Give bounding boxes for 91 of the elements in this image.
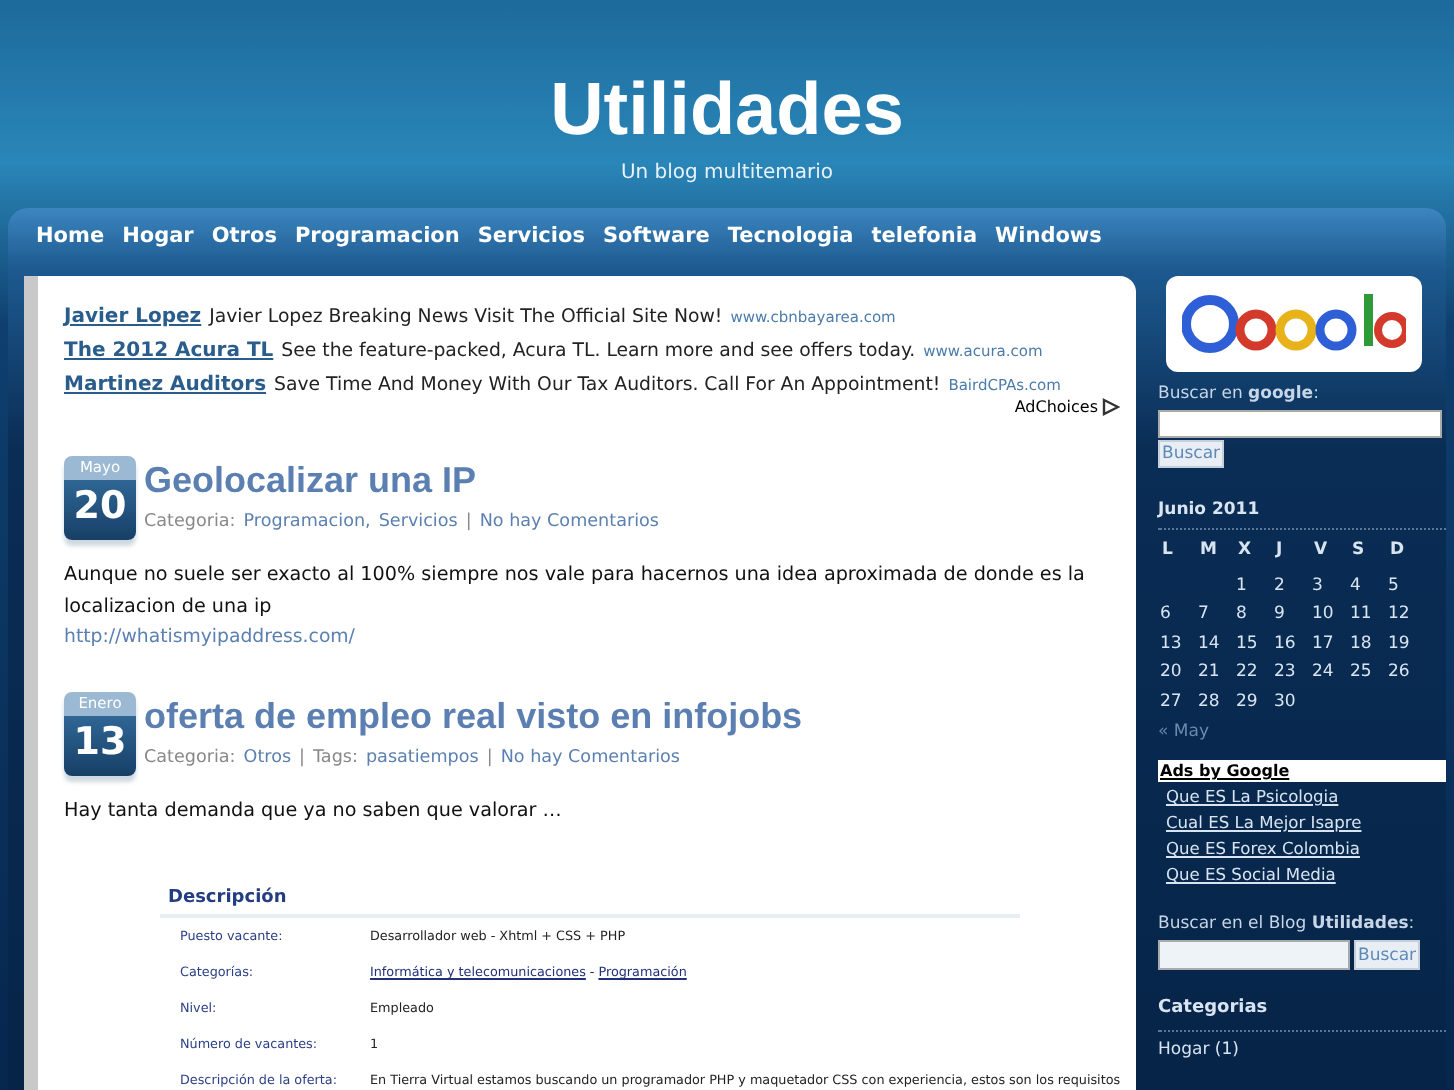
ad-link[interactable]: Que ES La Psicologia (1166, 786, 1446, 808)
meta-separator: | (299, 748, 306, 768)
calendar-day: 25 (1348, 660, 1386, 685)
adchoices-label[interactable]: AdChoices (1014, 398, 1098, 416)
meta-label: Tags: (313, 748, 358, 768)
nav-link[interactable]: Programacion (294, 224, 460, 264)
nav-link[interactable]: Otros (211, 224, 277, 264)
categories-heading: Categorias (1158, 998, 1446, 1032)
calendar-day: 24 (1310, 660, 1348, 685)
calendar-day: 29 (1234, 689, 1272, 714)
ad-link[interactable]: Que ES Social Media (1166, 864, 1446, 886)
meta-separator: | (465, 512, 472, 532)
post-url-link[interactable]: http://whatismyipaddress.com/ (64, 624, 1120, 652)
calendar-day: 16 (1272, 631, 1310, 656)
meta-label: Categoria: (144, 512, 236, 532)
ad-text: Save Time And Money With Our Tax Auditors. Call For An Appointment! (274, 374, 941, 396)
description-heading: Descripción (160, 888, 1020, 918)
ad-link[interactable]: Cual ES La Mejor Isapre (1166, 812, 1446, 834)
meta-link[interactable]: Otros (243, 748, 292, 768)
nav-link[interactable]: Hogar (122, 224, 194, 264)
ad-link[interactable]: Que ES Forex Colombia (1166, 838, 1446, 860)
ads-heading[interactable]: Ads by Google (1158, 760, 1446, 782)
date-day: 13 (73, 716, 127, 768)
calendar-day: 9 (1272, 602, 1310, 627)
weekday-header: D (1388, 538, 1407, 563)
blog-subtitle: Un blog multitemario (620, 162, 834, 184)
weekday-header: J (1273, 538, 1285, 563)
calendar-day: 12 (1386, 602, 1424, 627)
calendar-day: 7 (1196, 602, 1234, 627)
post-title-link[interactable]: oferta de empleo real visto en infojobs (144, 692, 803, 740)
search-button[interactable]: Buscar (1354, 940, 1421, 970)
calendar-day: 3 (1310, 573, 1348, 598)
meta-link[interactable]: No hay Comentarios (479, 512, 659, 532)
post-excerpt: Aunque no suele ser exacto al 100% siempre nos vale para hacernos una idea aproximada de donde es la localizacion de una ip (64, 562, 1087, 622)
weekday-header: M (1198, 538, 1219, 563)
calendar-day: 23 (1272, 660, 1310, 685)
weekday-header: L (1160, 538, 1175, 563)
blog-title[interactable]: Utilidades (550, 68, 904, 152)
calendar-day: 30 (1272, 689, 1310, 714)
calendar-day: 17 (1310, 631, 1348, 656)
nav-link[interactable]: Tecnologia (727, 224, 854, 264)
weekday-header: S (1350, 538, 1367, 563)
nav-link[interactable]: Home (36, 224, 105, 264)
calendar-day: 4 (1348, 573, 1386, 598)
ad-text: Javier Lopez Breaking News Visit The Official Site Now! (209, 306, 723, 328)
calendar-day: 2 (1272, 573, 1310, 598)
calendar-day: 11 (1348, 602, 1386, 627)
date-day: 20 (73, 480, 127, 532)
calendar-day: 1 (1234, 573, 1272, 598)
nav-link[interactable]: Servicios (477, 224, 585, 264)
google-search-field[interactable] (1158, 410, 1442, 438)
calendar-day: 18 (1348, 631, 1386, 656)
search-button[interactable]: Buscar (1158, 440, 1225, 468)
calendar-day: 8 (1234, 602, 1272, 627)
weekday-header: X (1236, 538, 1254, 563)
calendar-day: 14 (1196, 631, 1234, 656)
meta-link[interactable]: pasatiempos (365, 748, 479, 768)
meta-link[interactable]: Programacion, (243, 512, 371, 532)
ad-title-link[interactable]: The 2012 Acura TL (64, 340, 274, 362)
calendar-caption: Junio 2011 (1158, 500, 1446, 530)
blog-search-field[interactable] (1158, 940, 1350, 970)
calendar-day: 15 (1234, 631, 1272, 656)
play-triangle-icon[interactable] (1102, 398, 1120, 416)
meta-label: Categoria: (144, 748, 236, 768)
calendar-day: 21 (1196, 660, 1234, 685)
calendar-day: 26 (1386, 660, 1424, 685)
calendar-day: 22 (1234, 660, 1272, 685)
calendar-day: 27 (1158, 689, 1196, 714)
post-excerpt: Hay tanta demanda que ya no saben que valorar … (64, 798, 564, 826)
meta-link[interactable]: Servicios (378, 512, 458, 532)
nav-link[interactable]: Windows (995, 224, 1102, 264)
calendar-day: 10 (1310, 602, 1348, 627)
category-link[interactable]: Hogar (1) (1158, 1040, 1446, 1060)
nav-link[interactable]: Software (602, 224, 710, 264)
ad-title-link[interactable]: Martinez Auditors (64, 374, 267, 396)
weekday-header: V (1312, 538, 1330, 563)
previous-month-link[interactable]: « May (1158, 722, 1446, 742)
calendar-day: 28 (1196, 689, 1234, 714)
ad-text: See the feature-packed, Acura TL. Learn more and see offers today. (281, 340, 916, 362)
meta-separator: | (486, 748, 493, 768)
calendar-day: 19 (1386, 631, 1424, 656)
calendar-day: 13 (1158, 631, 1196, 656)
search-label: Buscar en google: (1158, 384, 1321, 404)
meta-link[interactable]: No hay Comentarios (500, 748, 680, 768)
nav-link[interactable]: telefonia (871, 224, 978, 264)
calendar-day: 20 (1158, 660, 1196, 685)
post-title-link[interactable]: Geolocalizar una IP (144, 456, 659, 504)
ad-title-link[interactable]: Javier Lopez (64, 306, 202, 328)
calendar-day: 5 (1386, 573, 1424, 598)
search-label: Buscar en el Blog Utilidades: (1158, 914, 1417, 934)
calendar-day: 6 (1158, 602, 1196, 627)
